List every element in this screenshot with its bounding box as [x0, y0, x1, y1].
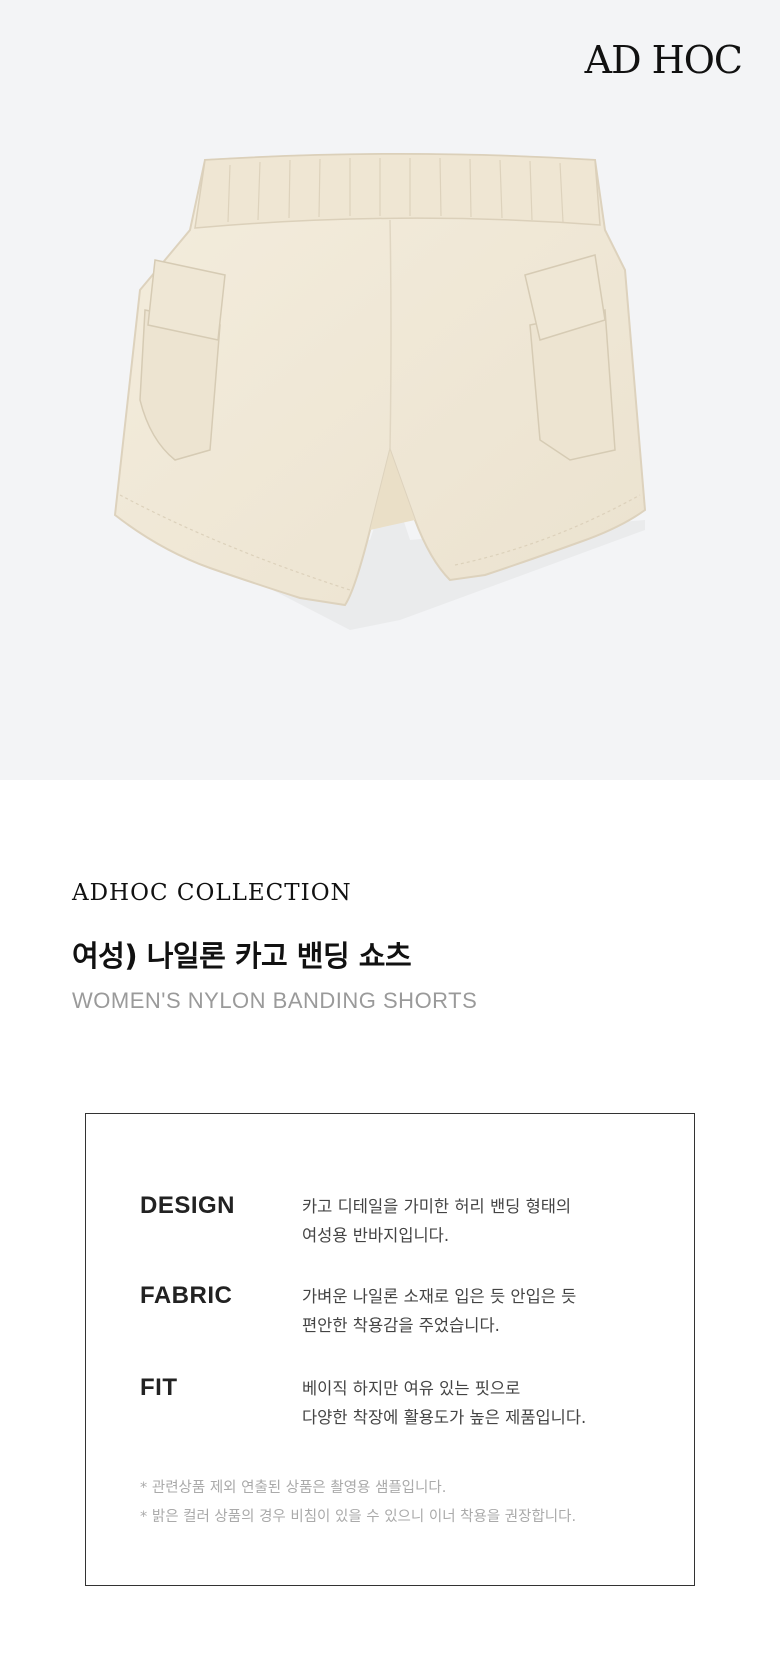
info-description: 카고 디테일을 가미한 허리 밴딩 형태의 여성용 반바지입니다.: [302, 1192, 662, 1250]
info-label: FABRIC: [140, 1282, 233, 1309]
info-description: 가벼운 나일론 소재로 입은 듯 안입은 듯 편안한 착용감을 주었습니다.: [302, 1282, 662, 1340]
collection-label: ADHOC COLLECTION: [72, 880, 352, 906]
info-line: 다양한 착장에 활용도가 높은 제품입니다.: [302, 1408, 587, 1427]
note-line: * 밝은 컬러 상품의 경우 비침이 있을 수 있으니 이너 착용을 권장합니다…: [140, 1509, 577, 1525]
info-line: 베이직 하지만 여유 있는 핏으로: [302, 1379, 521, 1398]
info-line: 가벼운 나일론 소재로 입은 듯 안입은 듯: [302, 1287, 577, 1306]
product-info-box: DESIGN 카고 디테일을 가미한 허리 밴딩 형태의 여성용 반바지입니다.…: [85, 1113, 695, 1586]
disclaimer-notes: * 관련상품 제외 연출된 상품은 촬영용 샘플입니다. * 밝은 컬러 상품의…: [140, 1474, 576, 1532]
info-label: DESIGN: [140, 1192, 236, 1219]
info-line: 편안한 착용감을 주었습니다.: [302, 1316, 500, 1335]
product-title-english: WOMEN'S NYLON BANDING SHORTS: [72, 988, 478, 1013]
info-description: 베이직 하지만 여유 있는 핏으로 다양한 착장에 활용도가 높은 제품입니다.: [302, 1374, 662, 1432]
product-image: [113, 153, 647, 630]
brand-logo: AD HOC: [584, 38, 743, 82]
info-label: FIT: [140, 1374, 178, 1401]
hero-section: AD HOC: [0, 0, 780, 780]
info-line: 여성용 반바지입니다.: [302, 1226, 450, 1245]
product-title-korean: 여성) 나일론 카고 밴딩 쇼츠: [72, 939, 412, 973]
note-line: * 관련상품 제외 연출된 상품은 촬영용 샘플입니다.: [140, 1480, 447, 1496]
info-line: 카고 디테일을 가미한 허리 밴딩 형태의: [302, 1197, 572, 1216]
